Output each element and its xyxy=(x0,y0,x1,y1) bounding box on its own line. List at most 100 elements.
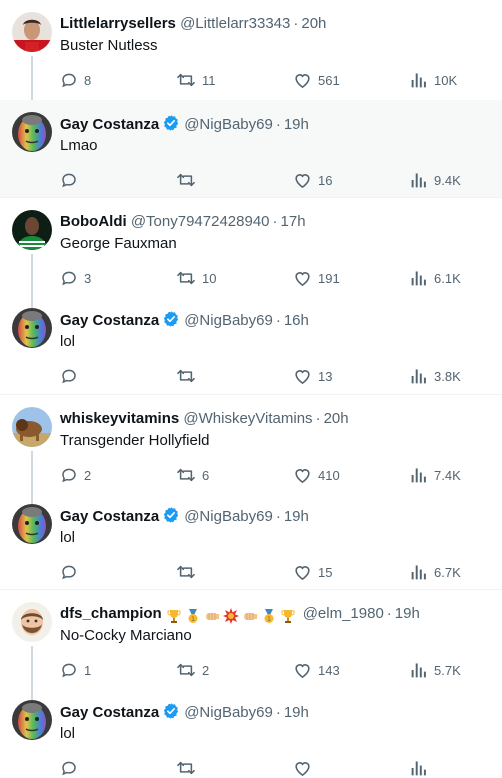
views-button[interactable]: 5.7K xyxy=(410,660,461,680)
like-count: 561 xyxy=(318,72,340,88)
like-button[interactable] xyxy=(293,758,318,778)
retweet-button[interactable]: 6 xyxy=(176,465,209,485)
retweet-button[interactable]: 2 xyxy=(176,660,209,680)
avatar[interactable] xyxy=(12,210,52,250)
avatar[interactable] xyxy=(12,308,52,348)
like-button[interactable]: 143 xyxy=(293,660,340,680)
user-handle[interactable]: @NigBaby69 xyxy=(184,312,273,329)
retweet-button[interactable] xyxy=(176,366,202,386)
reply-icon xyxy=(60,466,78,484)
timestamp[interactable]: 17h xyxy=(281,213,306,230)
views-button[interactable]: 6.1K xyxy=(410,268,461,288)
tweet[interactable]: dfs_champion 1 1 @elm_1980 · 19h No-Cocky Marc… xyxy=(0,590,502,700)
retweet-button[interactable] xyxy=(176,170,202,190)
reply-button[interactable]: 8 xyxy=(60,70,91,90)
timestamp[interactable]: 20h xyxy=(301,15,326,32)
reply-count: 1 xyxy=(84,662,92,678)
user-handle[interactable]: @NigBaby69 xyxy=(184,508,273,525)
tweet-header: Gay Costanza @NigBaby69 · 19h xyxy=(60,506,309,526)
like-button[interactable]: 410 xyxy=(293,465,340,485)
tweet-actions: 13 3.8K xyxy=(60,366,461,386)
timestamp[interactable]: 19h xyxy=(284,704,309,721)
tweet-text: Transgender Hollyfield xyxy=(60,432,210,449)
like-count: 410 xyxy=(318,467,340,483)
like-button[interactable]: 16 xyxy=(293,170,332,190)
avatar[interactable] xyxy=(12,700,52,740)
avatar[interactable] xyxy=(12,12,52,52)
tweet-text: No-Cocky Marciano xyxy=(60,627,192,644)
like-count: 16 xyxy=(318,172,333,188)
avatar[interactable] xyxy=(12,112,52,152)
views-button[interactable] xyxy=(410,758,434,778)
avatar[interactable] xyxy=(12,407,52,447)
user-handle[interactable]: @WhiskeyVitamins xyxy=(183,410,312,427)
user-handle[interactable]: @Littlelarr33343 xyxy=(180,15,290,32)
fist-bump-icon xyxy=(242,607,261,624)
reply-button[interactable]: 3 xyxy=(60,268,91,288)
avatar[interactable] xyxy=(12,602,52,642)
tweet[interactable]: Littlelarrysellers @Littlelarr33343 · 20h B… xyxy=(0,0,502,112)
tweet-header: Gay Costanza @NigBaby69 · 19h xyxy=(60,114,309,134)
display-name[interactable]: whiskeyvitamins xyxy=(60,410,179,427)
display-name[interactable]: dfs_champion xyxy=(60,605,162,622)
heart-icon xyxy=(293,661,312,679)
views-icon xyxy=(410,563,428,581)
retweet-button[interactable]: 10 xyxy=(176,268,216,288)
tweet[interactable]: Gay Costanza @NigBaby69 · 19h Lmao 16 9.4K xyxy=(0,100,502,198)
display-name[interactable]: Gay Costanza xyxy=(60,312,159,329)
views-button[interactable]: 10K xyxy=(410,70,457,90)
retweet-button[interactable]: 11 xyxy=(176,70,216,90)
reply-button[interactable]: 2 xyxy=(60,465,91,485)
display-name[interactable]: Gay Costanza xyxy=(60,704,159,721)
reply-button[interactable] xyxy=(60,758,84,778)
reply-button[interactable] xyxy=(60,562,84,582)
views-icon xyxy=(410,661,428,679)
like-button[interactable]: 561 xyxy=(293,70,340,90)
display-name[interactable]: Gay Costanza xyxy=(60,508,159,525)
like-button[interactable]: 191 xyxy=(293,268,340,288)
retweet-count: 2 xyxy=(202,662,210,678)
timestamp[interactable]: 20h xyxy=(324,410,349,427)
reply-button[interactable]: 1 xyxy=(60,660,91,680)
trophy-icon xyxy=(280,607,299,624)
tweet[interactable]: Gay Costanza @NigBaby69 · 16h lol 13 3.8K xyxy=(0,296,502,395)
reply-button[interactable] xyxy=(60,170,84,190)
heart-icon xyxy=(293,171,312,189)
timestamp[interactable]: 19h xyxy=(284,508,309,525)
display-name[interactable]: Gay Costanza xyxy=(60,116,159,133)
display-name[interactable]: BoboAldi xyxy=(60,213,127,230)
user-handle[interactable]: @NigBaby69 xyxy=(184,116,273,133)
views-button[interactable]: 3.8K xyxy=(410,366,461,386)
display-name[interactable]: Littlelarrysellers xyxy=(60,15,176,32)
timestamp[interactable]: 16h xyxy=(284,312,309,329)
like-button[interactable]: 13 xyxy=(293,366,332,386)
tweet[interactable]: Gay Costanza @NigBaby69 · 19h lol 15 6.7K xyxy=(0,492,502,590)
views-icon xyxy=(410,71,428,89)
reply-icon xyxy=(60,269,78,287)
user-handle[interactable]: @NigBaby69 xyxy=(184,704,273,721)
reply-button[interactable] xyxy=(60,366,84,386)
view-count: 7.4K xyxy=(434,467,461,483)
tweet-actions: 3 10 191 6.1K xyxy=(60,268,461,288)
tweet[interactable]: BoboAldi @Tony79472428940 · 17h George Faux… xyxy=(0,198,502,308)
views-button[interactable]: 9.4K xyxy=(410,170,461,190)
retweet-count: 6 xyxy=(202,467,210,483)
reply-icon xyxy=(60,71,78,89)
verified-badge-icon xyxy=(159,703,184,721)
user-handle[interactable]: @Tony79472428940 xyxy=(131,213,270,230)
avatar[interactable] xyxy=(12,504,52,544)
retweet-button[interactable] xyxy=(176,562,202,582)
retweet-button[interactable] xyxy=(176,758,202,778)
views-button[interactable]: 7.4K xyxy=(410,465,461,485)
user-handle[interactable]: @elm_1980 xyxy=(303,605,384,622)
like-button[interactable]: 15 xyxy=(293,562,332,582)
collision-icon xyxy=(222,607,242,625)
fist-bump-icon xyxy=(204,607,223,624)
tweet[interactable]: whiskeyvitamins @WhiskeyVitamins · 20h Tran… xyxy=(0,395,502,504)
thread-divider xyxy=(0,589,502,590)
timestamp[interactable]: 19h xyxy=(284,116,309,133)
views-button[interactable]: 6.7K xyxy=(410,562,461,582)
timestamp[interactable]: 19h xyxy=(395,605,420,622)
tweet[interactable]: Gay Costanza @NigBaby69 · 19h lol xyxy=(0,688,502,777)
thread-divider xyxy=(0,394,502,395)
